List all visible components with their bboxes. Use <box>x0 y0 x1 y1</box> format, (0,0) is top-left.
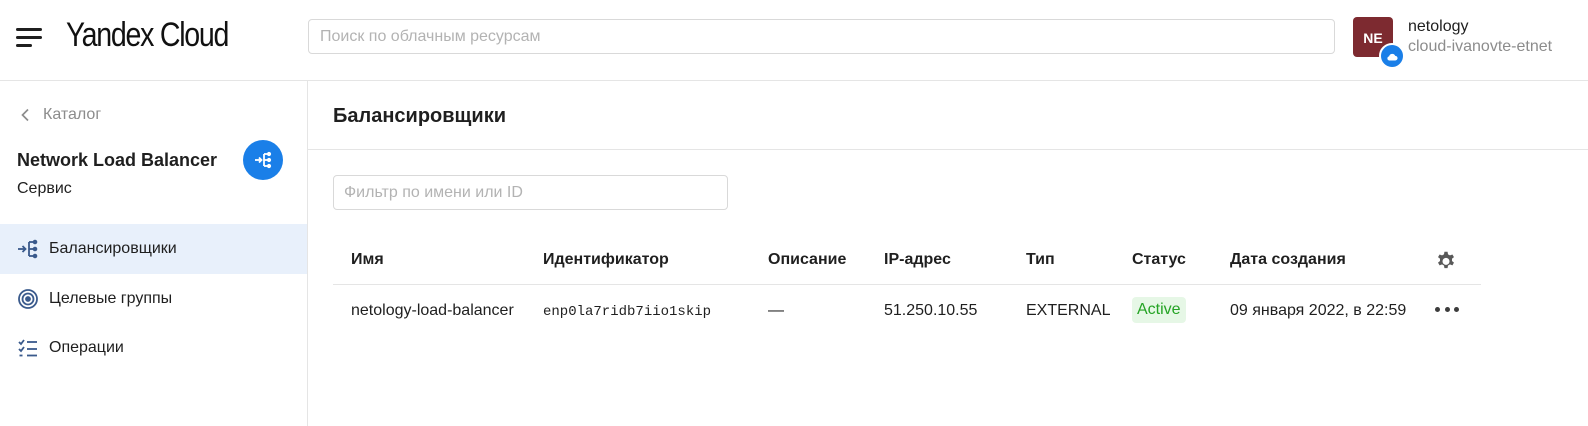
balancers-table: Имя Идентификатор Описание IP-адрес Тип … <box>333 236 1481 337</box>
main-content: Балансировщики Имя Идентификатор Описани… <box>308 81 1588 426</box>
account-name[interactable]: netology <box>1408 18 1469 36</box>
load-balancer-service-icon <box>243 140 283 180</box>
back-to-catalog-link[interactable]: Каталог <box>20 106 101 124</box>
target-icon <box>17 288 39 310</box>
service-subtitle: Сервис <box>17 180 72 197</box>
sidebar-item-target-groups[interactable]: Целевые группы <box>0 274 307 324</box>
column-header-name[interactable]: Имя <box>351 251 384 269</box>
yandex-cloud-logo[interactable]: Yandex Cloud <box>66 16 229 55</box>
load-balancer-icon <box>17 238 39 260</box>
page-title: Балансировщики <box>333 105 507 127</box>
top-header: Yandex Cloud NE netology cloud-ivanovte-… <box>0 0 1588 81</box>
divider <box>308 149 1588 150</box>
column-header-status[interactable]: Статус <box>1132 251 1186 269</box>
sidebar-item-balancers[interactable]: Балансировщики <box>0 224 307 274</box>
gear-icon[interactable] <box>1435 249 1457 271</box>
sidebar-item-label: Целевые группы <box>49 290 173 307</box>
column-header-ip[interactable]: IP-адрес <box>884 251 951 269</box>
menu-icon[interactable] <box>16 28 42 48</box>
search-input[interactable] <box>308 19 1335 54</box>
cloud-icon <box>1379 43 1405 69</box>
account-cloud[interactable]: cloud-ivanovte-etnet <box>1408 38 1552 56</box>
filter-input[interactable] <box>333 175 728 210</box>
cell-description: — <box>768 302 784 319</box>
sidebar-item-operations[interactable]: Операции <box>0 323 307 373</box>
cell-type: EXTERNAL <box>1026 302 1111 319</box>
column-header-created[interactable]: Дата создания <box>1230 251 1346 269</box>
table-row[interactable]: netology-load-balancer enp0la7ridb7iio1s… <box>333 285 1481 337</box>
cell-name[interactable]: netology-load-balancer <box>351 302 514 320</box>
cell-ip: 51.250.10.55 <box>884 302 978 319</box>
sidebar: Каталог Network Load Balancer Сервис Бал… <box>0 81 308 426</box>
list-check-icon <box>17 337 39 359</box>
column-header-type[interactable]: Тип <box>1026 251 1055 269</box>
status-badge: Active <box>1132 297 1186 323</box>
cell-created: 09 января 2022, в 22:59 <box>1230 302 1407 319</box>
column-header-description[interactable]: Описание <box>768 251 846 269</box>
back-label: Каталог <box>43 106 102 123</box>
more-actions-icon[interactable] <box>1435 299 1459 319</box>
sidebar-item-label: Балансировщики <box>49 240 177 257</box>
table-header: Имя Идентификатор Описание IP-адрес Тип … <box>333 236 1481 285</box>
column-header-id[interactable]: Идентификатор <box>543 251 669 269</box>
service-title: Network Load Balancer <box>17 150 218 170</box>
sidebar-item-label: Операции <box>49 339 124 356</box>
chevron-left-icon <box>21 108 29 122</box>
cell-id[interactable]: enp0la7ridb7iio1skip <box>543 304 711 320</box>
